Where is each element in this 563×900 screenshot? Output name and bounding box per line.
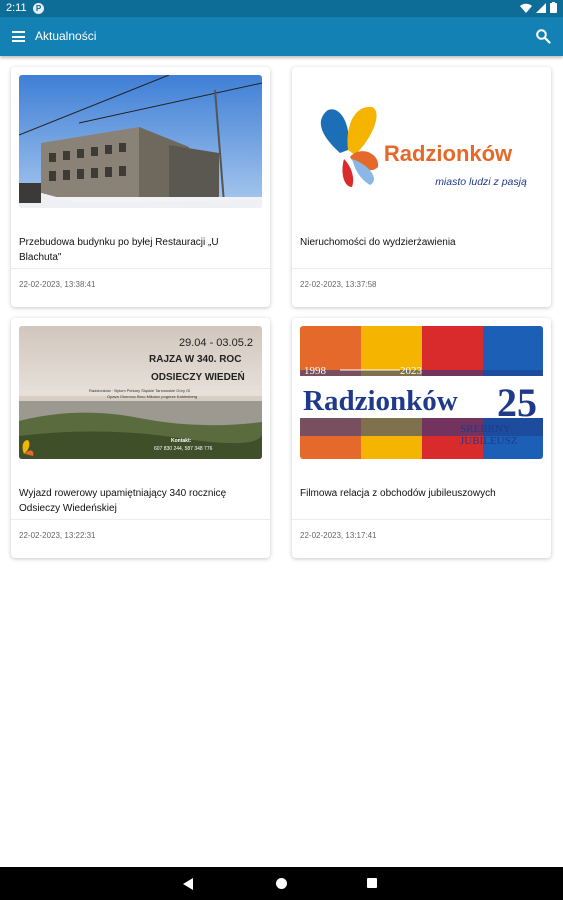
news-date: 22-02-2023, 13:38:41 xyxy=(19,280,96,289)
news-card[interactable]: Przebudowa budynku po byłej Restauracji … xyxy=(11,67,270,307)
battery-icon xyxy=(550,2,557,13)
card-divider xyxy=(11,519,270,520)
navigation-bar xyxy=(0,867,563,900)
jubilee-sub1: SREBRNY xyxy=(460,423,511,435)
news-title: Przebudowa budynku po byłej Restauracji … xyxy=(19,237,219,263)
jubilee-number: 25 xyxy=(497,380,537,425)
news-date: 22-02-2023, 13:37:58 xyxy=(300,280,377,289)
news-title: Nieruchomości do wydzierżawienia xyxy=(300,237,456,248)
notification-icon: P xyxy=(33,3,44,14)
status-indicators xyxy=(520,2,557,13)
poster-contact-label: Kontakt: xyxy=(171,438,192,444)
menu-icon[interactable] xyxy=(12,31,25,42)
poster-line1: RAJZA W 340. ROC xyxy=(149,354,241,365)
app-bar: Aktualności xyxy=(0,17,563,56)
poster-route: Radzionków · Bytom Piekary Śląskie Tarno… xyxy=(89,388,190,393)
news-card[interactable]: Radzionków miasto ludzi z pasją Nierucho… xyxy=(292,67,551,307)
news-title: Wyjazd rowerowy upamiętniający 340 roczn… xyxy=(19,488,227,514)
news-image: Radzionków miasto ludzi z pasją xyxy=(300,75,543,208)
poster-route2: Opava Olomouc Brno Mikulov pogórze Kahle… xyxy=(107,394,197,399)
news-date: 22-02-2023, 13:17:41 xyxy=(300,531,377,540)
jubilee-year-start: 1998 xyxy=(304,365,327,377)
jubilee-year-end: 2023 xyxy=(400,365,423,377)
butterfly-logo-icon xyxy=(320,106,379,187)
logo-name: Radzionków xyxy=(384,141,513,166)
home-icon[interactable] xyxy=(276,878,287,889)
news-card[interactable]: 1998 2023 Radzionków 25 SREBRNY JUBILEUS… xyxy=(292,318,551,558)
status-bar: 2:11 P xyxy=(0,0,563,17)
news-date: 22-02-2023, 13:22:31 xyxy=(19,531,96,540)
back-icon[interactable] xyxy=(183,878,193,890)
logo-tagline: miasto ludzi z pasją xyxy=(435,176,527,188)
news-title: Filmowa relacja z obchodów jubileuszowyc… xyxy=(300,488,496,499)
news-card[interactable]: 29.04 - 03.05.2 RAJZA W 340. ROC ODSIECZ… xyxy=(11,318,270,558)
jubilee-sub2: JUBILEUSZ xyxy=(460,435,518,447)
card-divider xyxy=(11,268,270,269)
news-image: 1998 2023 Radzionków 25 SREBRNY JUBILEUS… xyxy=(300,326,543,459)
signal-icon xyxy=(536,2,546,13)
page-title: Aktualności xyxy=(35,29,97,43)
search-icon[interactable] xyxy=(535,28,551,44)
poster-contact: 607 830 244, 587 348 776 xyxy=(154,446,213,452)
card-divider xyxy=(292,519,551,520)
poster-dates: 29.04 - 03.05.2 xyxy=(179,337,253,349)
card-divider xyxy=(292,268,551,269)
status-time: 2:11 xyxy=(6,2,27,14)
poster-line2: ODSIECZY WIEDEŃ xyxy=(151,370,245,383)
jubilee-name: Radzionków xyxy=(303,385,458,417)
wifi-icon xyxy=(520,3,532,13)
news-image xyxy=(19,75,262,208)
news-image: 29.04 - 03.05.2 RAJZA W 340. ROC ODSIECZ… xyxy=(19,326,262,459)
recents-icon[interactable] xyxy=(367,878,377,888)
